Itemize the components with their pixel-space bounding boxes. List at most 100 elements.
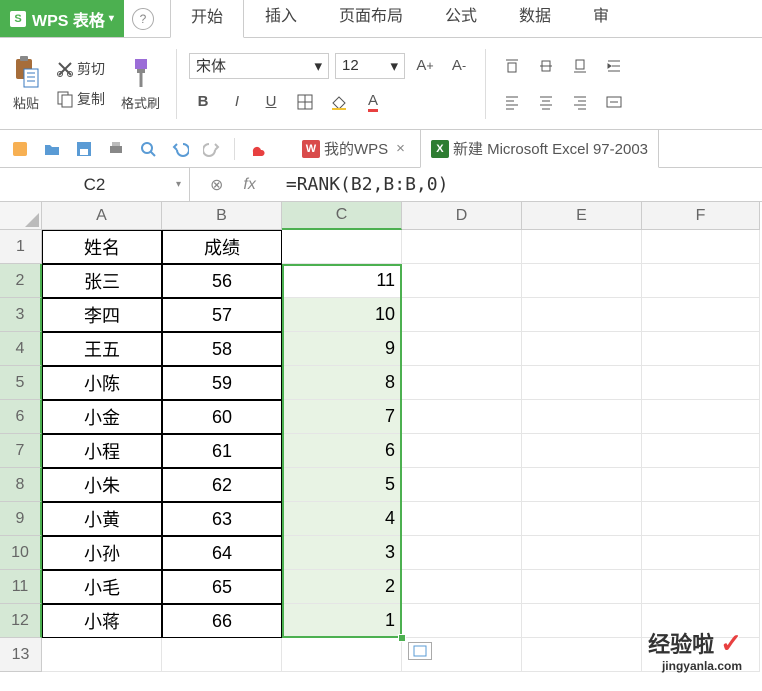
cell-B10[interactable]: 64 [162,536,282,570]
menu-tab-5[interactable]: 审 [572,0,630,37]
row-header-8[interactable]: 8 [0,468,42,502]
cell-B4[interactable]: 58 [162,332,282,366]
cell-D10[interactable] [402,536,522,570]
col-header-D[interactable]: D [402,202,522,230]
cell-A6[interactable]: 小金 [42,400,162,434]
cell-B11[interactable]: 65 [162,570,282,604]
cell-A12[interactable]: 小蒋 [42,604,162,638]
cell-F7[interactable] [642,434,760,468]
row-header-9[interactable]: 9 [0,502,42,536]
cell-A11[interactable]: 小毛 [42,570,162,604]
cell-C1[interactable] [282,230,402,264]
cell-A5[interactable]: 小陈 [42,366,162,400]
decrease-font-button[interactable]: A- [445,53,473,79]
cell-A1[interactable]: 姓名 [42,230,162,264]
cell-B8[interactable]: 62 [162,468,282,502]
cell-D6[interactable] [402,400,522,434]
open-button[interactable] [42,139,62,159]
new-button[interactable] [10,139,30,159]
cell-E9[interactable] [522,502,642,536]
cell-D7[interactable] [402,434,522,468]
cell-A2[interactable]: 张三 [42,264,162,298]
autofill-options-button[interactable] [408,642,432,660]
cell-B9[interactable]: 63 [162,502,282,536]
app-badge[interactable]: S WPS 表格 ▾ [0,0,124,37]
cell-E3[interactable] [522,298,642,332]
format-painter-button[interactable]: 格式刷 [117,51,164,116]
cell-A13[interactable] [42,638,162,672]
align-right-button[interactable] [566,89,594,115]
cell-E10[interactable] [522,536,642,570]
cell-F5[interactable] [642,366,760,400]
cell-C4[interactable]: 9 [282,332,402,366]
cell-C3[interactable]: 10 [282,298,402,332]
cell-E5[interactable] [522,366,642,400]
name-box[interactable]: C2 ▾ [0,168,190,201]
col-header-B[interactable]: B [162,202,282,230]
cell-C12[interactable]: 1 [282,604,402,638]
cell-F2[interactable] [642,264,760,298]
cell-C6[interactable]: 7 [282,400,402,434]
row-header-7[interactable]: 7 [0,434,42,468]
doc-tab-1[interactable]: X新建 Microsoft Excel 97-2003 [420,129,659,168]
redo-button[interactable] [202,139,222,159]
cell-D4[interactable] [402,332,522,366]
col-header-E[interactable]: E [522,202,642,230]
row-header-10[interactable]: 10 [0,536,42,570]
cell-D1[interactable] [402,230,522,264]
underline-button[interactable]: U [257,89,285,115]
cell-A3[interactable]: 李四 [42,298,162,332]
cell-E11[interactable] [522,570,642,604]
cell-C2[interactable]: 11 [282,264,402,298]
font-color-button[interactable]: A [359,89,387,115]
italic-button[interactable]: I [223,89,251,115]
row-header-3[interactable]: 3 [0,298,42,332]
cell-A9[interactable]: 小黄 [42,502,162,536]
copy-button[interactable]: 复制 [52,87,109,111]
menu-tab-2[interactable]: 页面布局 [318,0,424,37]
cell-F9[interactable] [642,502,760,536]
fx-icon[interactable]: fx [243,176,255,194]
save-button[interactable] [74,139,94,159]
help-icon[interactable]: ? [132,8,154,30]
col-header-C[interactable]: C [282,202,402,230]
font-select[interactable]: 宋体▾ [189,53,329,79]
cell-B13[interactable] [162,638,282,672]
cell-A4[interactable]: 王五 [42,332,162,366]
menu-tab-4[interactable]: 数据 [498,0,572,37]
align-middle-button[interactable] [532,53,560,79]
cancel-icon[interactable]: ⊗ [210,175,223,195]
cell-C11[interactable]: 2 [282,570,402,604]
doc-tab-0[interactable]: W我的WPS× [291,129,416,168]
print-button[interactable] [106,139,126,159]
cell-B1[interactable]: 成绩 [162,230,282,264]
cell-D11[interactable] [402,570,522,604]
cell-B2[interactable]: 56 [162,264,282,298]
cell-A7[interactable]: 小程 [42,434,162,468]
cell-F8[interactable] [642,468,760,502]
cell-A10[interactable]: 小孙 [42,536,162,570]
cell-C8[interactable]: 5 [282,468,402,502]
cell-D8[interactable] [402,468,522,502]
cell-B6[interactable]: 60 [162,400,282,434]
align-top-button[interactable] [498,53,526,79]
cell-D9[interactable] [402,502,522,536]
row-header-4[interactable]: 4 [0,332,42,366]
fill-handle[interactable] [398,634,406,642]
cell-C13[interactable] [282,638,402,672]
cell-A8[interactable]: 小朱 [42,468,162,502]
align-center-button[interactable] [532,89,560,115]
cell-E6[interactable] [522,400,642,434]
undo-button[interactable] [170,139,190,159]
row-header-13[interactable]: 13 [0,638,42,672]
cell-B5[interactable]: 59 [162,366,282,400]
row-header-5[interactable]: 5 [0,366,42,400]
cell-D3[interactable] [402,298,522,332]
font-size-select[interactable]: 12▾ [335,53,405,79]
align-bottom-button[interactable] [566,53,594,79]
cell-E7[interactable] [522,434,642,468]
menu-tab-0[interactable]: 开始 [170,0,244,38]
align-left-button[interactable] [498,89,526,115]
cell-C5[interactable]: 8 [282,366,402,400]
cell-B12[interactable]: 66 [162,604,282,638]
